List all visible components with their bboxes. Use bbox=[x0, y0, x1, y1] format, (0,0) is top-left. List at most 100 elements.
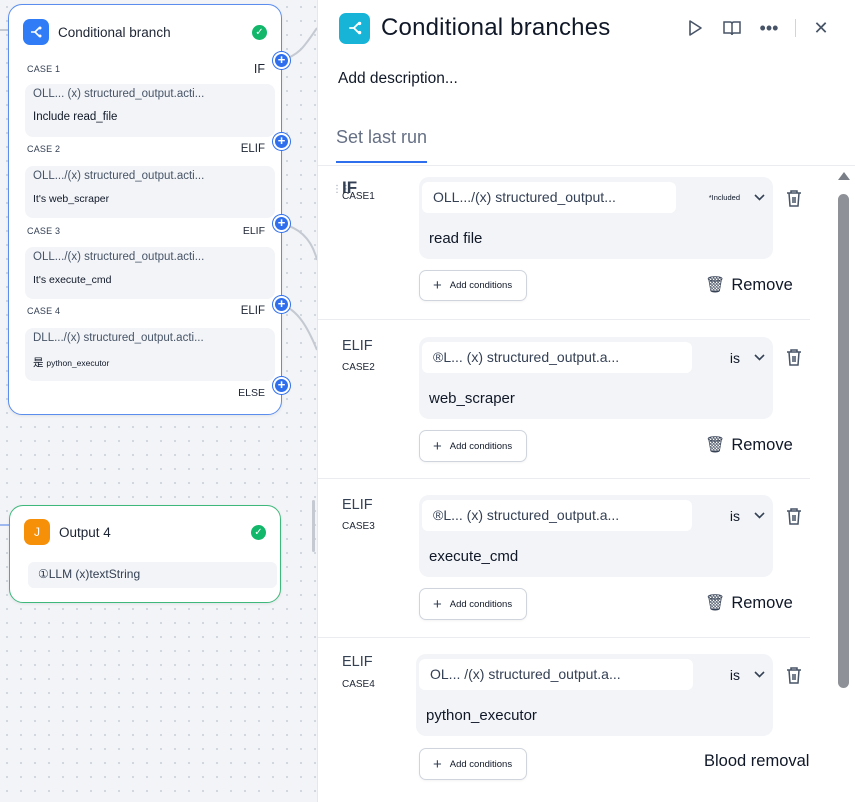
plus-icon: + bbox=[433, 277, 442, 294]
trash-icon: 🗑 bbox=[705, 595, 726, 612]
workflow-canvas[interactable]: Conditional branch ✓ CASE 1 IF OLL... (x… bbox=[0, 0, 317, 802]
case-keyword: IF bbox=[253, 62, 265, 76]
output-icon: J bbox=[24, 519, 50, 545]
play-icon[interactable] bbox=[683, 16, 707, 40]
add-node-handle[interactable]: + bbox=[273, 52, 290, 69]
operator-select[interactable]: is bbox=[730, 659, 765, 690]
case-keyword: ELIF bbox=[342, 338, 373, 354]
close-icon[interactable]: ✕ bbox=[809, 16, 833, 40]
trash-icon[interactable] bbox=[785, 506, 803, 526]
condition-variable[interactable]: ®L... (x) structured_output.a... bbox=[422, 342, 692, 373]
condition-variable[interactable]: OL... /(x) structured_output.a... bbox=[419, 659, 693, 690]
panel-header: Conditional branches ••• ✕ bbox=[339, 10, 833, 46]
case-section: ELIF CASE4 OL... /(x) structured_output.… bbox=[318, 638, 810, 802]
remove-label: Blood removal bbox=[704, 752, 810, 770]
add-conditions-button[interactable]: + Add conditions bbox=[419, 588, 528, 620]
check-circle-icon: ✓ bbox=[252, 24, 267, 40]
condition-value[interactable]: python_executor bbox=[426, 707, 537, 724]
add-node-handle[interactable]: + bbox=[273, 377, 290, 394]
case-value-prefix: 是 bbox=[33, 357, 44, 369]
case-keyword: ELIF bbox=[240, 143, 265, 155]
trash-icon[interactable] bbox=[785, 665, 803, 685]
add-node-handle[interactable]: + bbox=[273, 215, 290, 232]
case-variable: OLL... (x) structured_output.acti... bbox=[33, 88, 205, 100]
add-conditions-button[interactable]: + Add conditions bbox=[419, 748, 528, 780]
add-conditions-button[interactable]: + Add conditions bbox=[419, 430, 528, 462]
add-conditions-label: Add conditions bbox=[449, 440, 513, 452]
trash-icon[interactable] bbox=[785, 188, 803, 208]
description-field[interactable]: Add description... bbox=[338, 70, 458, 88]
check-circle-icon: ✓ bbox=[251, 524, 266, 540]
case-condition[interactable]: DLL.../(x) structured_output.acti... 是 p… bbox=[25, 328, 275, 381]
ellipsis-icon[interactable]: ••• bbox=[757, 16, 781, 40]
condition-value[interactable]: execute_cmd bbox=[429, 548, 518, 565]
conditional-branch-node[interactable]: Conditional branch ✓ CASE 1 IF OLL... (x… bbox=[8, 4, 282, 415]
case-condition[interactable]: OLL.../(x) structured_output.acti... It'… bbox=[25, 247, 275, 299]
case-condition[interactable]: OLL.../(x) structured_output.acti... It'… bbox=[25, 166, 275, 218]
add-node-handle[interactable]: + bbox=[273, 133, 290, 150]
plus-icon: + bbox=[433, 755, 442, 773]
case-keyword: ELIF bbox=[240, 305, 265, 317]
panel-title: Conditional branches bbox=[381, 14, 611, 41]
branch-icon bbox=[23, 19, 49, 45]
case-variable: OLL.../(x) structured_output.acti... bbox=[33, 251, 205, 263]
operator-select[interactable]: is bbox=[730, 342, 765, 373]
case-header: CASE 4 ELIF bbox=[27, 305, 265, 317]
tab-last-run[interactable]: Set last run bbox=[336, 127, 428, 163]
trash-icon[interactable] bbox=[785, 347, 803, 367]
chevron-down-icon bbox=[754, 352, 765, 364]
case-value: Include read_file bbox=[33, 111, 118, 123]
node-header: J Output 4 ✓ bbox=[24, 519, 266, 545]
case-keyword: ELIF bbox=[342, 497, 373, 513]
chevron-down-icon bbox=[754, 669, 765, 681]
remove-case-button[interactable]: 🗑 Remove bbox=[705, 275, 793, 295]
case-label: CASE 2 bbox=[27, 144, 61, 154]
case-section: ⋮⋮ IF CASE1 OLL.../(x) structured_output… bbox=[318, 166, 810, 320]
scroll-up-arrow-icon[interactable] bbox=[838, 172, 850, 180]
remove-label: Remove bbox=[731, 435, 793, 454]
node-header: Conditional branch ✓ bbox=[23, 19, 267, 45]
add-conditions-label: Add conditions bbox=[449, 758, 513, 770]
case-condition[interactable]: OLL... (x) structured_output.acti... Inc… bbox=[25, 84, 275, 137]
condition-variable[interactable]: OLL.../(x) structured_output... bbox=[422, 182, 676, 213]
remove-case-button[interactable]: 🗑 Remove bbox=[705, 593, 793, 613]
case-label: CASE 3 bbox=[27, 226, 61, 236]
case-value: It's execute_cmd bbox=[33, 274, 112, 286]
case-keyword: ELIF bbox=[242, 225, 265, 237]
add-conditions-label: Add conditions bbox=[449, 280, 513, 291]
trash-icon: 🗑 bbox=[705, 277, 726, 294]
case-variable: OLL.../(x) structured_output.acti... bbox=[33, 170, 205, 182]
condition-row: OLL.../(x) structured_output... *Include… bbox=[419, 177, 773, 259]
node-title: Output 4 bbox=[59, 524, 111, 540]
case-section: ELIF CASE3 ®L... (x) structured_output.a… bbox=[318, 479, 810, 638]
case-label: CASE3 bbox=[342, 521, 375, 532]
case-value: 是 python_executor bbox=[33, 355, 267, 370]
condition-value[interactable]: read file bbox=[429, 230, 482, 247]
remove-label: Remove bbox=[731, 275, 793, 294]
case-variable: DLL.../(x) structured_output.acti... bbox=[33, 332, 204, 344]
condition-variable[interactable]: ®L... (x) structured_output.a... bbox=[422, 500, 692, 531]
operator-select[interactable]: is bbox=[730, 500, 765, 531]
operator-select[interactable]: *Included bbox=[709, 182, 765, 213]
case-label: CASE 4 bbox=[27, 306, 61, 316]
scrollbar[interactable] bbox=[836, 172, 850, 802]
chevron-down-icon bbox=[754, 192, 765, 204]
add-conditions-button[interactable]: + Add conditions bbox=[419, 270, 528, 301]
operator-value: is bbox=[729, 666, 740, 683]
remove-case-button[interactable]: 🗑 Remove bbox=[705, 435, 793, 455]
output-node[interactable]: J Output 4 ✓ ①LLM (x)textString bbox=[9, 505, 281, 603]
case-label: CASE4 bbox=[342, 679, 375, 690]
condition-row: OL... /(x) structured_output.a... is pyt… bbox=[416, 654, 773, 736]
remove-case-button[interactable]: Blood removal bbox=[704, 752, 809, 771]
panel-resize-handle[interactable] bbox=[312, 500, 315, 552]
else-label: ELSE bbox=[238, 387, 265, 399]
case-label: CASE2 bbox=[342, 362, 375, 373]
book-icon[interactable] bbox=[720, 16, 744, 40]
condition-value[interactable]: web_scraper bbox=[429, 390, 515, 407]
plus-icon: + bbox=[433, 437, 442, 455]
scrollbar-thumb[interactable] bbox=[838, 194, 849, 688]
header-divider bbox=[795, 19, 796, 37]
else-row: ELSE bbox=[27, 387, 265, 399]
condition-row: ®L... (x) structured_output.a... is exec… bbox=[419, 495, 773, 577]
add-node-handle[interactable]: + bbox=[273, 296, 290, 313]
